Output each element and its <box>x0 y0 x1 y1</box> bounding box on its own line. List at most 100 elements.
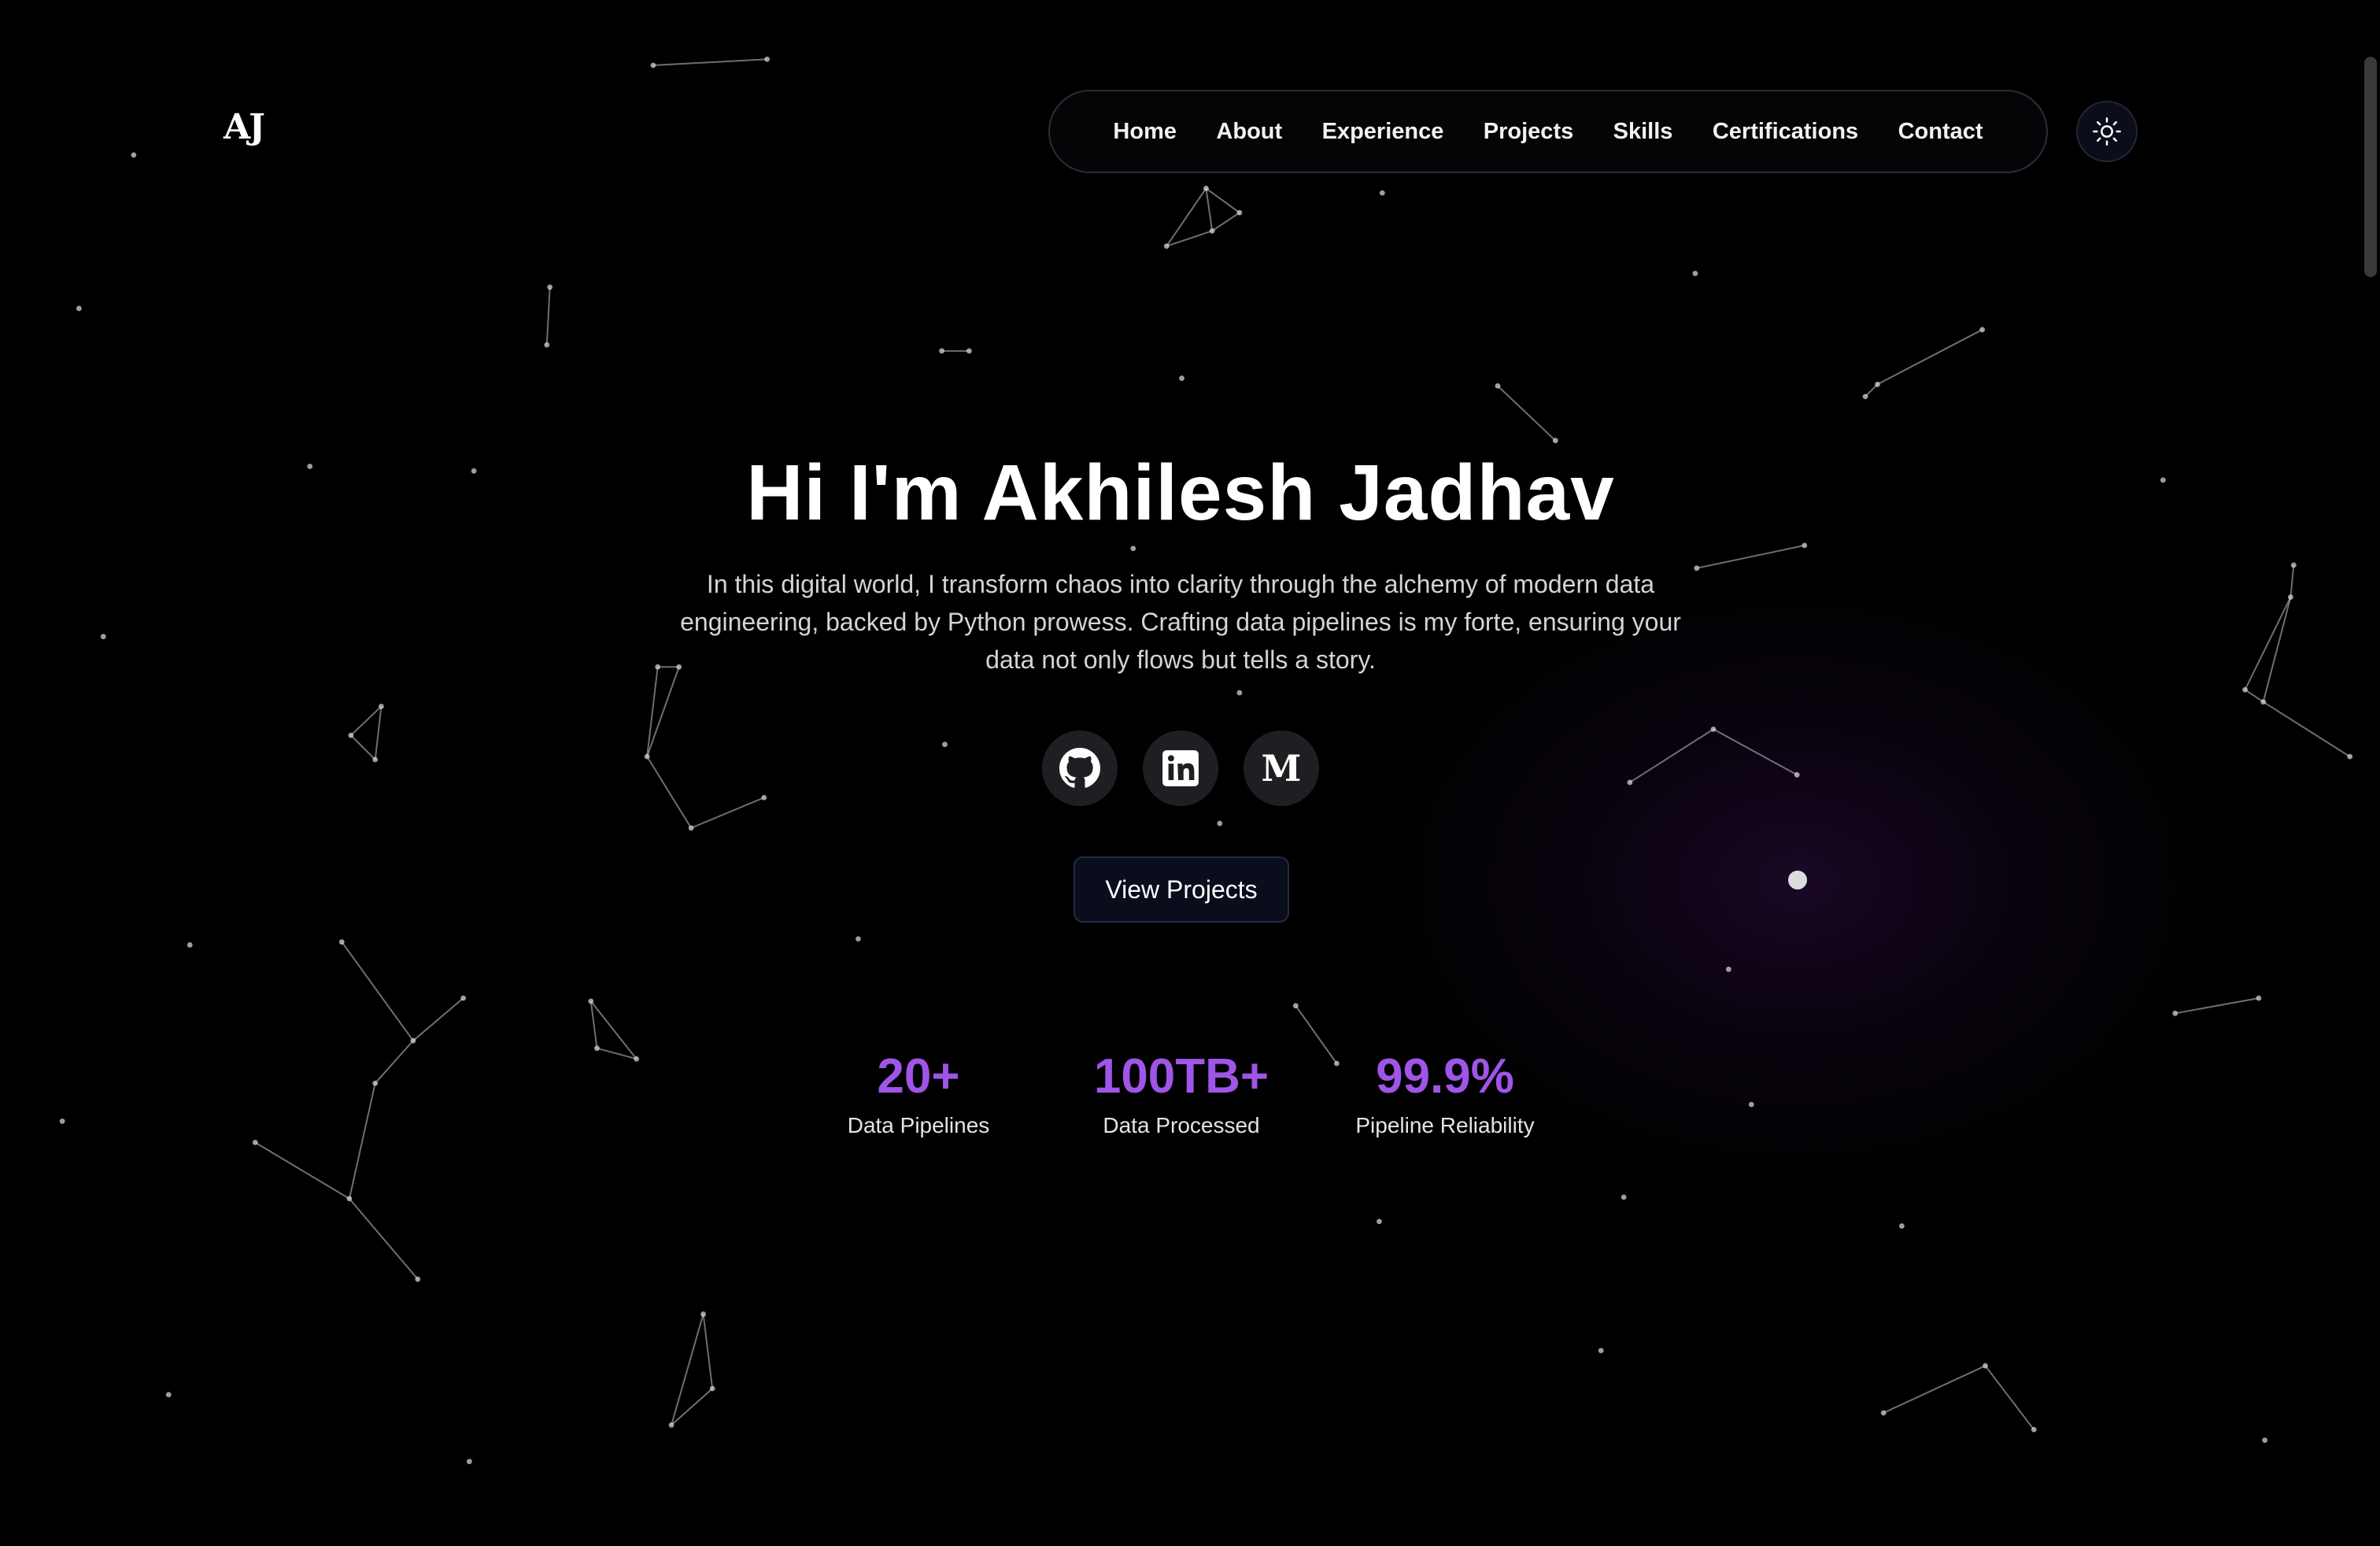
scrollbar-thumb[interactable] <box>2364 57 2377 277</box>
constellation-line <box>2262 597 2292 702</box>
constellation-line <box>1497 385 1557 442</box>
stat-label: Data Pipelines <box>847 1113 990 1137</box>
star-dot <box>594 1045 600 1052</box>
constellation-line <box>1877 328 1983 386</box>
star-dot <box>1794 771 1800 778</box>
theme-toggle-button[interactable] <box>2076 101 2138 162</box>
constellation-line <box>2244 597 2292 690</box>
nav-item-experience[interactable]: Experience <box>1322 119 1444 145</box>
constellation-line <box>350 705 382 736</box>
star-dot <box>1217 820 1223 827</box>
constellation-line <box>702 1314 714 1389</box>
star-dot <box>966 348 972 354</box>
star-dot <box>1292 1003 1299 1009</box>
star-dot <box>2288 594 2293 600</box>
star-dot <box>856 936 861 942</box>
constellation-line <box>254 1141 350 1200</box>
nav-item-contact[interactable]: Contact <box>1898 119 1983 145</box>
star-dot <box>187 942 193 948</box>
constellation-line <box>1205 188 1214 231</box>
nav-item-certifications[interactable]: Certifications <box>1713 119 1858 145</box>
constellation-line <box>1713 728 1798 776</box>
constellation-line <box>1211 212 1240 232</box>
constellation-line <box>2263 701 2351 757</box>
star-dot <box>2031 1426 2037 1433</box>
star-dot <box>1898 1223 1905 1229</box>
star-dot <box>1552 438 1558 444</box>
star-dot <box>2242 686 2248 693</box>
star-dot <box>165 1392 172 1398</box>
linkedin-link[interactable] <box>1143 730 1218 806</box>
star-dot <box>709 1385 715 1392</box>
star-dot <box>1710 727 1717 732</box>
star-dot <box>588 998 594 1004</box>
linkedin-icon <box>1162 750 1199 786</box>
star-dot <box>466 1459 472 1465</box>
star-dot <box>1627 779 1633 786</box>
star-dot <box>942 742 948 748</box>
medium-link[interactable]: M <box>1244 730 1319 806</box>
constellation-line <box>1295 1005 1338 1064</box>
cursor-dot <box>1788 871 1807 890</box>
star-dot <box>1379 190 1385 196</box>
star-dot <box>634 1056 640 1062</box>
star-dot <box>761 794 767 801</box>
nav-item-skills[interactable]: Skills <box>1613 119 1673 145</box>
main-nav: Home About Experience Projects Skills Ce… <box>1048 90 2048 173</box>
constellation-line <box>412 997 464 1041</box>
star-dot <box>2256 995 2262 1001</box>
star-dot <box>1875 381 1880 387</box>
star-dot <box>1880 1410 1887 1416</box>
star-dot <box>688 825 694 831</box>
stat-data-processed: 100TB+ Data Processed <box>1083 1044 1280 1141</box>
constellation-line <box>2244 689 2264 703</box>
star-dot <box>1748 1101 1754 1108</box>
constellation-line <box>374 1040 414 1084</box>
constellation-line <box>652 58 767 66</box>
constellation-line <box>350 734 376 760</box>
constellation-line <box>1883 1365 1986 1414</box>
constellation-line <box>1205 187 1240 214</box>
github-link[interactable] <box>1042 730 1118 806</box>
hero-title: Hi I'm Akhilesh Jadhav <box>746 449 1615 537</box>
constellation-line <box>1984 1365 2035 1430</box>
star-dot <box>1130 546 1136 552</box>
stat-label: Pipeline Reliability <box>1355 1113 1535 1137</box>
constellation-line <box>671 1388 713 1426</box>
stat-label: Data Processed <box>1103 1113 1260 1137</box>
constellation-line <box>545 287 551 346</box>
star-dot <box>131 152 137 158</box>
star-dot <box>2290 562 2297 568</box>
sun-icon <box>2093 117 2121 146</box>
stat-value: 100TB+ <box>1093 1049 1269 1104</box>
star-dot <box>1983 1363 1988 1369</box>
star-dot <box>2172 1010 2179 1016</box>
site-logo[interactable]: AJ <box>224 107 265 147</box>
nav-item-about[interactable]: About <box>1216 119 1282 145</box>
page: AJ Home About Experience Projects Skills… <box>0 0 2380 1546</box>
star-dot <box>1621 1194 1627 1200</box>
constellation-line <box>374 706 382 760</box>
star-dot <box>1377 1219 1382 1225</box>
star-dot <box>372 756 379 763</box>
hero-description: In this digital world, I transform chaos… <box>680 570 1681 674</box>
view-projects-button[interactable]: View Projects <box>1074 856 1289 923</box>
constellation-line <box>348 1082 376 1199</box>
star-dot <box>252 1139 258 1145</box>
star-dot <box>410 1037 416 1044</box>
nav-item-home[interactable]: Home <box>1113 119 1177 145</box>
star-dot <box>2262 1437 2268 1444</box>
stat-value: 99.9% <box>1376 1049 1514 1104</box>
constellation-line <box>2289 564 2295 597</box>
star-dot <box>379 704 384 709</box>
star-dot <box>1163 243 1170 250</box>
star-dot <box>544 342 550 348</box>
constellation-line <box>1696 544 1805 569</box>
star-dot <box>2347 753 2353 760</box>
star-dot <box>1862 394 1868 400</box>
star-dot <box>76 305 82 312</box>
star-dot <box>415 1276 421 1282</box>
star-dot <box>655 664 661 670</box>
nav-item-projects[interactable]: Projects <box>1484 119 1573 145</box>
star-dot <box>346 1196 353 1202</box>
